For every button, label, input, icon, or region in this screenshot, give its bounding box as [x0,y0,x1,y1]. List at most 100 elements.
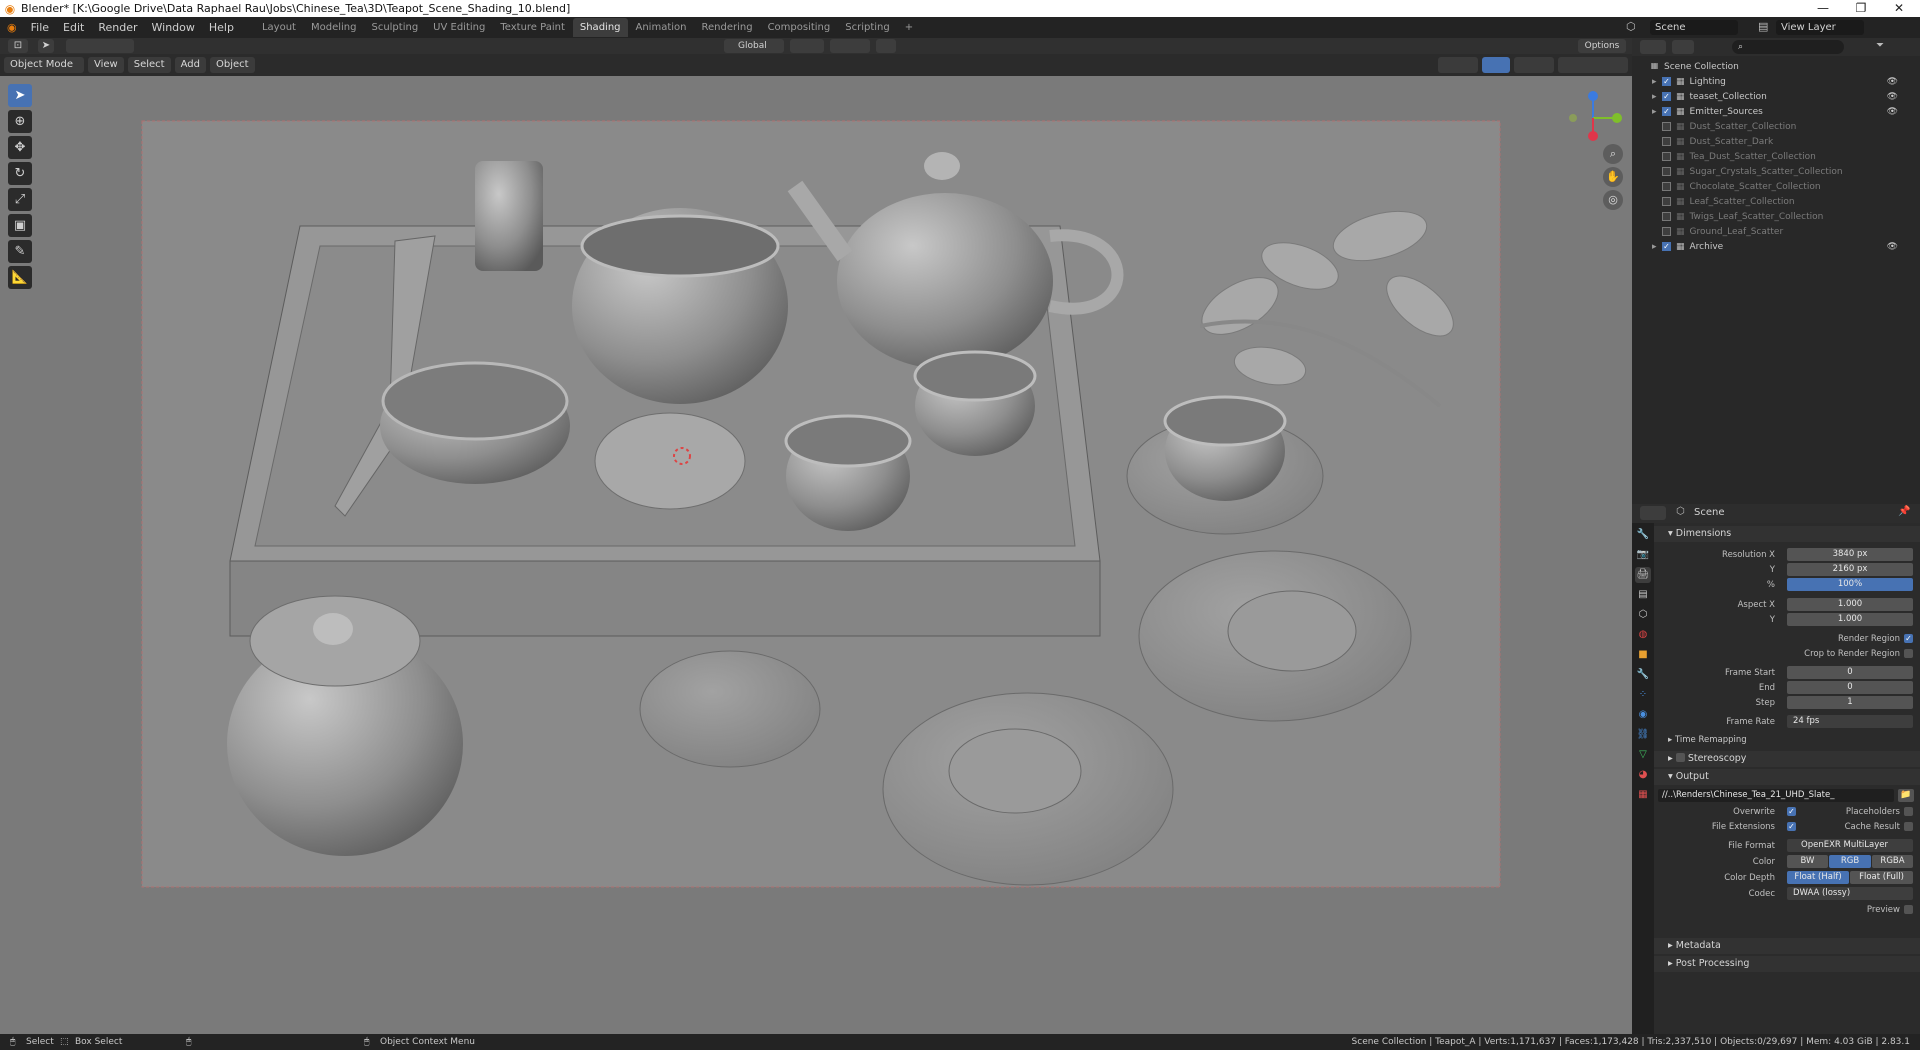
menu-select[interactable]: Select [127,57,171,73]
exclude-checkbox[interactable] [1662,227,1671,236]
exclude-checkbox[interactable] [1662,152,1671,161]
crop-region-checkbox[interactable] [1904,649,1913,658]
texture-tab-icon[interactable]: ▦ [1635,787,1651,803]
material-tab-icon[interactable]: ◕ [1635,767,1651,783]
workspace-tab-animation[interactable]: Animation [629,18,694,37]
expand-arrow-icon[interactable]: ▸ [1652,107,1662,117]
depth-full-button[interactable]: Float (Full) [1850,871,1913,884]
dimensions-section-header[interactable]: ▾ Dimensions [1654,526,1920,542]
display-mode-icon[interactable] [1672,40,1694,54]
close-icon[interactable]: ✕ [1880,0,1918,17]
visibility-icon[interactable] [1438,57,1478,73]
output-section-header[interactable]: ▾ Output [1654,769,1920,785]
camera-view-icon[interactable]: ◎ [1603,190,1623,210]
move-icon[interactable]: ✥ [8,136,32,159]
aspect-y-field[interactable]: 1.000 [1787,613,1913,626]
time-remapping-subpanel[interactable]: ▸ Time Remapping [1654,735,1920,749]
pan-hand-icon[interactable]: ✋ [1603,167,1623,187]
annotate-icon[interactable]: ✎ [8,240,32,263]
navigation-gizmo[interactable] [1565,88,1625,148]
outliner-editor-type-icon[interactable] [1640,40,1666,54]
exclude-checkbox[interactable]: ✓ [1662,242,1671,251]
measure-icon[interactable]: 📐 [8,266,32,289]
exclude-checkbox[interactable] [1662,212,1671,221]
modifier-tab-icon[interactable]: 🔧 [1635,667,1651,683]
world-tab-icon[interactable]: ◍ [1635,627,1651,643]
frame-rate-dropdown[interactable]: 24 fps [1787,715,1913,728]
outliner-item[interactable]: ▸ ✓ ▦ Emitter_Sources 👁 [1632,104,1920,119]
exclude-checkbox[interactable] [1662,137,1671,146]
visibility-eye-icon[interactable]: 👁 [1887,242,1898,252]
exclude-checkbox[interactable] [1662,122,1671,131]
select-tool-icon[interactable]: ➤ [38,39,54,53]
depth-half-button[interactable]: Float (Half) [1787,871,1849,884]
maximize-icon[interactable]: ❐ [1842,0,1880,17]
menu-edit[interactable]: Edit [56,17,91,38]
exclude-checkbox[interactable] [1662,197,1671,206]
snap-icon[interactable] [830,39,870,53]
data-tab-icon[interactable]: ▽ [1635,747,1651,763]
transform-icon[interactable]: ▣ [8,214,32,237]
color-rgb-button[interactable]: RGB [1829,855,1871,868]
3d-viewport[interactable]: ➤ ⊕ ✥ ↻ ⤢ ▣ ✎ 📐 ⌕ ✋ ◎ [0,76,1632,1034]
pivot-point-icon[interactable] [790,39,824,53]
workspace-tab-scripting[interactable]: Scripting [838,18,896,37]
metadata-section-header[interactable]: ▸ Metadata [1654,938,1920,954]
frame-end-field[interactable]: 0 [1787,681,1913,694]
particles-tab-icon[interactable]: ⁘ [1635,687,1651,703]
menu-render[interactable]: Render [91,17,144,38]
outliner-item[interactable]: ▦ Dust_Scatter_Dark [1632,134,1920,149]
exclude-checkbox[interactable]: ✓ [1662,92,1671,101]
visibility-eye-icon[interactable]: 👁 [1887,92,1898,102]
options-button[interactable]: Options [1578,39,1626,53]
resolution-x-field[interactable]: 3840 px [1787,548,1913,561]
menu-window[interactable]: Window [145,17,202,38]
outliner-item[interactable]: ▦ Dust_Scatter_Collection [1632,119,1920,134]
blender-menu-icon[interactable]: ◉ [0,17,24,38]
object-tab-icon[interactable]: ■ [1635,647,1651,663]
cursor-icon[interactable]: ⊕ [8,110,32,133]
pin-icon[interactable]: 📌 [1898,506,1910,517]
menu-view[interactable]: View [88,57,124,73]
render-tab-icon[interactable]: 📷 [1635,547,1651,563]
tool-tab-icon[interactable]: 🔧 [1635,527,1651,543]
overwrite-checkbox[interactable]: ✓ [1787,807,1796,816]
outliner-item[interactable]: ▦ Leaf_Scatter_Collection [1632,194,1920,209]
zoom-icon[interactable]: ⌕ [1603,144,1623,164]
shading-mode-icon[interactable] [1558,57,1628,73]
outliner-root[interactable]: ▦ Scene Collection [1632,59,1920,74]
menu-help[interactable]: Help [202,17,241,38]
outliner-item[interactable]: ▦ Sugar_Crystals_Scatter_Collection [1632,164,1920,179]
frame-step-field[interactable]: 1 [1787,696,1913,709]
workspace-tab-modeling[interactable]: Modeling [304,18,364,37]
output-path-input[interactable]: //..\Renders\Chinese_Tea_21_UHD_Slate_ [1658,789,1894,802]
resolution-y-field[interactable]: 2160 px [1787,563,1913,576]
select-mode-buttons[interactable] [66,39,134,53]
object-mode-dropdown[interactable]: Object Mode [4,57,84,73]
stereoscopy-section-header[interactable]: ▸ Stereoscopy [1654,751,1920,767]
view-layer-selector[interactable]: View Layer [1776,20,1864,35]
folder-browse-icon[interactable]: 📁 [1898,789,1914,802]
scene-selector[interactable]: Scene [1650,20,1738,35]
gizmo-toggle-icon[interactable] [1482,57,1510,73]
constraints-tab-icon[interactable]: ⛓ [1635,727,1651,743]
outliner-item[interactable]: ▸ ✓ ▦ Archive 👁 [1632,239,1920,254]
placeholders-checkbox[interactable] [1904,807,1913,816]
cache-result-checkbox[interactable] [1904,822,1913,831]
rotate-icon[interactable]: ↻ [8,162,32,185]
workspace-tab-compositing[interactable]: Compositing [761,18,838,37]
minimize-icon[interactable]: — [1804,0,1842,17]
exclude-checkbox[interactable] [1662,167,1671,176]
output-tab-icon[interactable]: 🖨 [1635,567,1651,583]
select-box-icon[interactable]: ➤ [8,84,32,107]
preview-checkbox[interactable] [1904,905,1913,914]
file-format-dropdown[interactable]: OpenEXR MultiLayer [1787,839,1913,852]
expand-arrow-icon[interactable]: ▸ [1652,242,1662,252]
exclude-checkbox[interactable]: ✓ [1662,107,1671,116]
outliner-item[interactable]: ▦ Ground_Leaf_Scatter [1632,224,1920,239]
outliner-item[interactable]: ▸ ✓ ▦ Lighting 👁 [1632,74,1920,89]
post-processing-section-header[interactable]: ▸ Post Processing [1654,956,1920,972]
file-extensions-checkbox[interactable]: ✓ [1787,822,1796,831]
workspace-tab-texture-paint[interactable]: Texture Paint [493,18,572,37]
scale-icon[interactable]: ⤢ [8,188,32,211]
